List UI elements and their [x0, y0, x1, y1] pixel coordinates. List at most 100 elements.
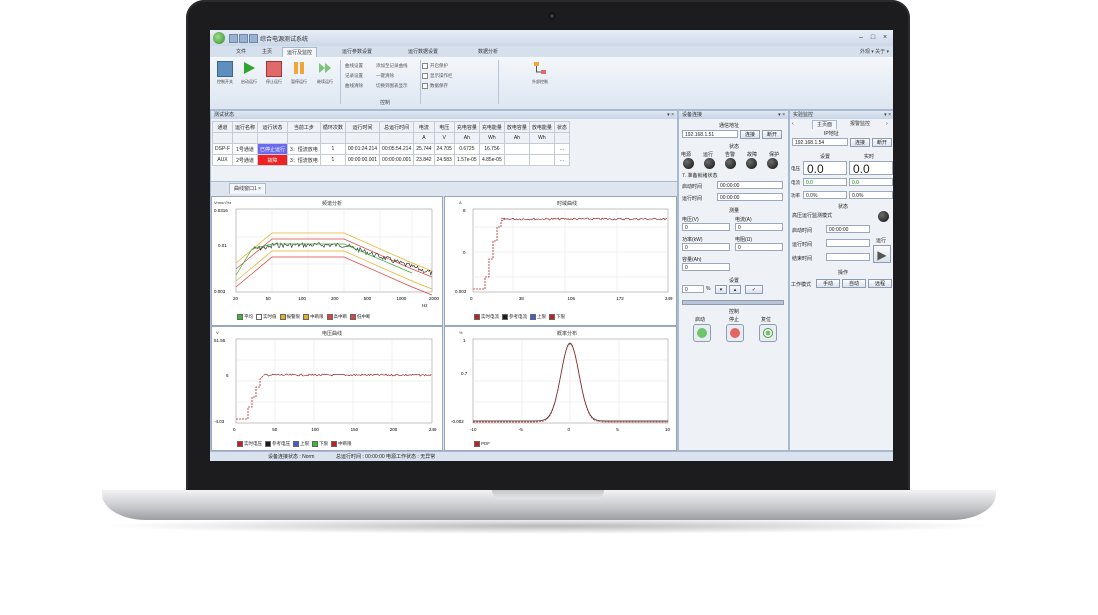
conn-connect-button[interactable]: 连接: [740, 130, 760, 139]
dropdown-icon[interactable]: [249, 34, 258, 43]
column-unit: [287, 132, 321, 144]
legend-swatch[interactable]: [326, 314, 333, 320]
legend-swatch[interactable]: [474, 441, 480, 447]
mode-auto-button[interactable]: 自动: [842, 279, 866, 288]
control-start-button[interactable]: [693, 324, 711, 342]
curve-settings[interactable]: 曲线设置: [345, 63, 363, 69]
tab-main-page[interactable]: 主页面: [812, 120, 838, 129]
nav-next-icon[interactable]: ›: [886, 121, 888, 127]
save-icon[interactable]: [229, 34, 238, 43]
legend-swatch[interactable]: [279, 314, 286, 320]
test-status-table: 通道 运行名称 运行状态 当前工步 循环次数 运行时间 总运行时间 电流 电压 充电容量 充电能量放…: [212, 121, 570, 166]
conn-panel-title-text: 设备连接: [682, 112, 703, 118]
switch-chart-view[interactable]: 切换到图表显示: [376, 83, 408, 89]
record-settings[interactable]: 记录设置: [345, 73, 363, 79]
status-light: [683, 158, 694, 169]
open-icon[interactable]: [239, 34, 248, 43]
close-icon[interactable]: ▾ ×: [778, 111, 785, 119]
control-switch-button[interactable]: 控制开关: [214, 61, 236, 85]
tab-chart-window[interactable]: 曲线窗口1 ×: [229, 183, 267, 194]
control-switch-label: 控制开关: [217, 79, 233, 84]
tab-data-analysis[interactable]: 数据分析: [474, 47, 502, 57]
conn-ip-input[interactable]: 192.168.1.51: [682, 130, 738, 138]
setting-slider[interactable]: [682, 300, 784, 305]
x-tick-label: -5: [519, 427, 523, 432]
nav-prev-icon[interactable]: ‹: [792, 121, 794, 127]
stepper-up-button[interactable]: ▴: [729, 285, 741, 294]
mode-remote-button[interactable]: 远程: [868, 279, 892, 288]
light-label: 告警: [725, 152, 736, 158]
x-tick-label: 100: [298, 296, 306, 301]
current-set-value: 0.0: [803, 178, 847, 186]
control-stop-button[interactable]: [726, 324, 744, 342]
tab-file[interactable]: 文件: [232, 47, 250, 57]
legend-swatch[interactable]: [502, 314, 508, 320]
legend-swatch[interactable]: [549, 314, 555, 320]
test-status-panel: 测试状态 ▾ × 通道 运行名称 运行状态 当前工步 循环次数 运行时间 总运行时间 电流 电压充…: [210, 110, 678, 182]
one-key-clear[interactable]: 一键清除: [376, 73, 394, 79]
close-icon[interactable]: ▾ ×: [884, 111, 891, 119]
legend-swatch[interactable]: [530, 314, 536, 320]
monitor-disconnect-button[interactable]: 断开: [872, 138, 892, 147]
legend-swatch[interactable]: [312, 441, 318, 447]
table-cell: …: [553, 154, 570, 166]
table-row[interactable]: AUX 2号通道 故障 3：恒流放电 1 00:00:00.001 00:00:00.001…: [212, 154, 570, 166]
table-cell: 00:05:54.214: [379, 143, 415, 155]
legend-swatch[interactable]: [350, 314, 356, 320]
legend-swatch[interactable]: [265, 441, 271, 447]
start-button[interactable]: 启动运行: [238, 61, 260, 85]
c4-ytick: 0.7: [461, 371, 468, 376]
conn-disconnect-button[interactable]: 断开: [762, 130, 782, 139]
table-cell: [528, 154, 555, 166]
legend-swatch[interactable]: [331, 441, 337, 447]
tab-run-params[interactable]: 运行参数设置: [338, 47, 376, 57]
table-row[interactable]: DSP-F 1号通道 已停止运行 3：恒流放电 1 00:01:24.214 00:05:5…: [212, 143, 570, 155]
monitor-panel-title-text: 实验监控: [793, 112, 814, 118]
tab-run-data[interactable]: 运行数据设置: [404, 47, 442, 57]
table-cell: 已停止运行: [257, 143, 289, 155]
column-unit: [319, 132, 346, 144]
check-save-data[interactable]: 数据保存: [422, 83, 448, 89]
mode-manual-button[interactable]: 手动: [816, 279, 840, 288]
legend-swatch[interactable]: [303, 314, 309, 320]
tab-home[interactable]: 主页: [258, 47, 276, 57]
legend-swatch[interactable]: [237, 314, 243, 320]
ribbon-right-menu[interactable]: 外观 ▾ 关于 ▾: [860, 47, 889, 57]
close-button[interactable]: ×: [880, 33, 890, 42]
setting-input[interactable]: 0: [682, 285, 704, 293]
resume-button[interactable]: 继续运行: [314, 61, 336, 85]
legend-swatch[interactable]: [256, 314, 262, 320]
table-cell: DSP-F: [212, 143, 233, 155]
minimize-button[interactable]: –: [856, 33, 866, 42]
add-record-curve[interactable]: 添加至记录曲线: [376, 63, 408, 69]
column-unit: [231, 132, 259, 144]
legend-label: 低中断: [357, 314, 371, 320]
column-header: 运行名称: [231, 121, 259, 133]
curve-clear[interactable]: 曲线清除: [345, 83, 363, 89]
pin-icon[interactable]: ▾ ×: [667, 111, 674, 119]
monitor-connect-button[interactable]: 连接: [850, 138, 870, 147]
stepper-down-button[interactable]: ▾: [715, 285, 727, 294]
external-control-button[interactable]: 外部控制: [510, 61, 570, 85]
control-reset-button[interactable]: [759, 324, 777, 342]
apply-button[interactable]: ✓: [745, 285, 763, 294]
legend-swatch[interactable]: [474, 314, 480, 320]
column-header: 放电容量: [503, 121, 530, 133]
table-cell: 00:00:00.001: [344, 154, 381, 166]
check-operation-bar[interactable]: 显示操作栏: [422, 73, 453, 79]
stop-button[interactable]: 停止运行: [263, 61, 285, 85]
maximize-button[interactable]: □: [868, 33, 878, 42]
table-cell: 1号通道: [231, 143, 259, 155]
legend-swatch[interactable]: [237, 441, 243, 447]
check-protection[interactable]: 开启保护: [422, 63, 448, 69]
tab-alarm-monitor[interactable]: 报警监控: [846, 120, 874, 128]
monitor-panel-title: 实验监控 ▾ ×: [790, 111, 893, 119]
table-cell: 16.756: [478, 143, 505, 155]
legend-swatch[interactable]: [293, 441, 299, 447]
pause-button[interactable]: 暂停运行: [288, 61, 310, 85]
monitor-run-time: [826, 239, 870, 247]
check-save-data-label: 数据保存: [430, 83, 448, 89]
status-light: [746, 158, 757, 169]
monitor-run-button[interactable]: ▶: [873, 245, 891, 263]
monitor-ip-input[interactable]: 192.168.1.54: [792, 138, 848, 146]
